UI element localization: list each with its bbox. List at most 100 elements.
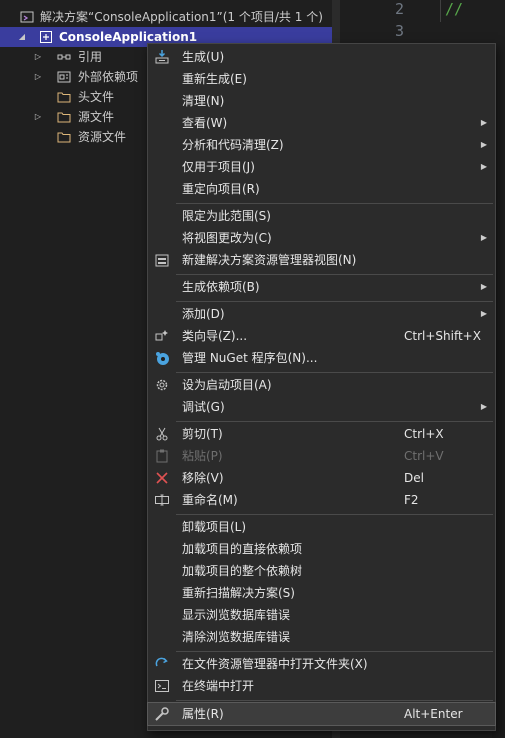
menu-separator: [176, 651, 493, 652]
submenu-arrow-icon: ▶: [480, 118, 487, 127]
wrench-icon: [155, 707, 169, 721]
menu-item-debug[interactable]: 调试(G) ▶: [148, 396, 495, 418]
menu-item-label: 管理 NuGet 程序包(N)...: [182, 351, 318, 365]
submenu-arrow-icon: ▶: [480, 282, 487, 291]
menu-item-nuget[interactable]: 管理 NuGet 程序包(N)...: [148, 347, 495, 369]
menu-item-shortcut: Ctrl+X: [404, 427, 444, 441]
menu-item-analyze[interactable]: 分析和代码清理(Z) ▶: [148, 134, 495, 156]
menu-item-load-direct-deps[interactable]: 加载项目的直接依赖项: [148, 538, 495, 560]
menu-item-open-in-terminal[interactable]: 在终端中打开: [148, 675, 495, 697]
menu-item-label: 清理(N): [182, 94, 225, 108]
menu-item-clear-browse-errors[interactable]: 清除浏览数据库错误: [148, 626, 495, 648]
collapsed-arrow-icon[interactable]: ▷: [33, 47, 43, 67]
menu-item-retarget[interactable]: 重定向项目(R): [148, 178, 495, 200]
menu-item-label: 在终端中打开: [182, 679, 255, 693]
menu-item-label: 属性(R): [182, 707, 224, 721]
code-comment: //: [445, 0, 464, 18]
menu-item-new-view[interactable]: 新建解决方案资源管理器视图(N): [148, 249, 495, 271]
menu-item-unload-project[interactable]: 卸载项目(L): [148, 516, 495, 538]
new-view-icon: [155, 254, 169, 267]
class-wizard-icon: [155, 330, 168, 341]
menu-item-label: 重命名(M): [182, 493, 238, 507]
menu-item-scope[interactable]: 限定为此范围(S): [148, 205, 495, 227]
menu-item-label: 加载项目的直接依赖项: [182, 542, 303, 556]
line-number: 2: [395, 0, 405, 18]
menu-item-label: 粘贴(P): [182, 449, 223, 463]
menu-separator: [176, 372, 493, 373]
solution-icon: [20, 11, 34, 23]
tree-node-label: 引用: [78, 50, 103, 64]
rename-icon: [155, 494, 169, 506]
references-icon: [57, 54, 71, 60]
menu-item-rename[interactable]: 重命名(M) F2: [148, 489, 495, 511]
tree-node-label: 资源文件: [78, 130, 127, 144]
solution-label: 解决方案“ConsoleApplication1”(1 个项目/共 1 个): [40, 10, 323, 24]
menu-item-build-dependencies[interactable]: 生成依赖项(B) ▶: [148, 276, 495, 298]
external-dependencies-icon: [57, 71, 71, 83]
tree-node-label: 头文件: [78, 90, 115, 104]
menu-item-remove[interactable]: 移除(V) Del: [148, 467, 495, 489]
collapsed-arrow-icon[interactable]: ▷: [33, 107, 43, 127]
menu-item-label: 查看(W): [182, 116, 228, 130]
menu-item-rescan[interactable]: 重新扫描解决方案(S): [148, 582, 495, 604]
cpp-project-icon: [40, 31, 52, 43]
gear-icon: [156, 379, 168, 391]
menu-item-view[interactable]: 查看(W) ▶: [148, 112, 495, 134]
filter-folder-icon: [57, 112, 71, 123]
menu-item-label: 在文件资源管理器中打开文件夹(X): [182, 657, 368, 671]
menu-item-label: 分析和代码清理(Z): [182, 138, 284, 152]
menu-item-label: 类向导(Z)...: [182, 329, 248, 343]
menu-item-build[interactable]: 生成(U): [148, 46, 495, 68]
menu-item-label: 添加(D): [182, 307, 225, 321]
expanded-arrow-icon[interactable]: ◢: [17, 27, 27, 47]
menu-item-paste[interactable]: 粘贴(P) Ctrl+V: [148, 445, 495, 467]
menu-item-class-wizard[interactable]: 类向导(Z)... Ctrl+Shift+X: [148, 325, 495, 347]
context-menu: 生成(U) 重新生成(E) 清理(N) 查看(W) ▶ 分析和代码清理(Z) ▶…: [147, 43, 496, 731]
menu-item-project-only[interactable]: 仅用于项目(J) ▶: [148, 156, 495, 178]
menu-item-load-dep-tree[interactable]: 加载项目的整个依赖树: [148, 560, 495, 582]
menu-separator: [176, 274, 493, 275]
menu-separator: [176, 700, 493, 701]
menu-item-label: 剪切(T): [182, 427, 223, 441]
remove-x-icon: [156, 472, 168, 484]
tree-node-label: 外部依赖项: [78, 70, 139, 84]
paste-icon: [156, 449, 168, 463]
menu-item-label: 生成(U): [182, 50, 225, 64]
menu-item-label: 重定向项目(R): [182, 182, 260, 196]
menu-item-label: 生成依赖项(B): [182, 280, 260, 294]
menu-item-label: 仅用于项目(J): [182, 160, 255, 174]
menu-item-label: 移除(V): [182, 471, 224, 485]
menu-item-label: 将视图更改为(C): [182, 231, 272, 245]
submenu-arrow-icon: ▶: [480, 162, 487, 171]
submenu-arrow-icon: ▶: [480, 140, 487, 149]
menu-item-label: 调试(G): [182, 400, 225, 414]
menu-separator: [176, 203, 493, 204]
collapsed-arrow-icon[interactable]: ▷: [33, 67, 43, 87]
menu-item-change-view[interactable]: 将视图更改为(C) ▶: [148, 227, 495, 249]
menu-item-cut[interactable]: 剪切(T) Ctrl+X: [148, 423, 495, 445]
submenu-arrow-icon: ▶: [480, 233, 487, 242]
menu-item-label: 设为启动项目(A): [182, 378, 272, 392]
menu-item-rebuild[interactable]: 重新生成(E): [148, 68, 495, 90]
refresh-arrow-icon: [155, 657, 168, 667]
menu-item-label: 清除浏览数据库错误: [182, 630, 291, 644]
scissors-icon: [156, 427, 168, 441]
menu-item-label: 重新生成(E): [182, 72, 247, 86]
menu-item-label: 重新扫描解决方案(S): [182, 586, 295, 600]
menu-item-shortcut: Ctrl+V: [404, 449, 444, 463]
menu-item-show-browse-errors[interactable]: 显示浏览数据库错误: [148, 604, 495, 626]
menu-item-properties[interactable]: 属性(R) Alt+Enter: [147, 702, 496, 726]
menu-item-shortcut: Del: [404, 471, 424, 485]
menu-separator: [176, 301, 493, 302]
menu-item-label: 加载项目的整个依赖树: [182, 564, 303, 578]
menu-item-shortcut: F2: [404, 493, 419, 507]
tree-node-solution[interactable]: 解决方案“ConsoleApplication1”(1 个项目/共 1 个): [0, 7, 332, 27]
nuget-icon: [156, 352, 169, 365]
menu-item-set-startup[interactable]: 设为启动项目(A): [148, 374, 495, 396]
menu-separator: [176, 514, 493, 515]
menu-item-label: 卸载项目(L): [182, 520, 247, 534]
menu-item-add[interactable]: 添加(D) ▶: [148, 303, 495, 325]
menu-item-label: 显示浏览数据库错误: [182, 608, 291, 622]
menu-item-clean[interactable]: 清理(N): [148, 90, 495, 112]
menu-item-open-in-explorer[interactable]: 在文件资源管理器中打开文件夹(X): [148, 653, 495, 675]
